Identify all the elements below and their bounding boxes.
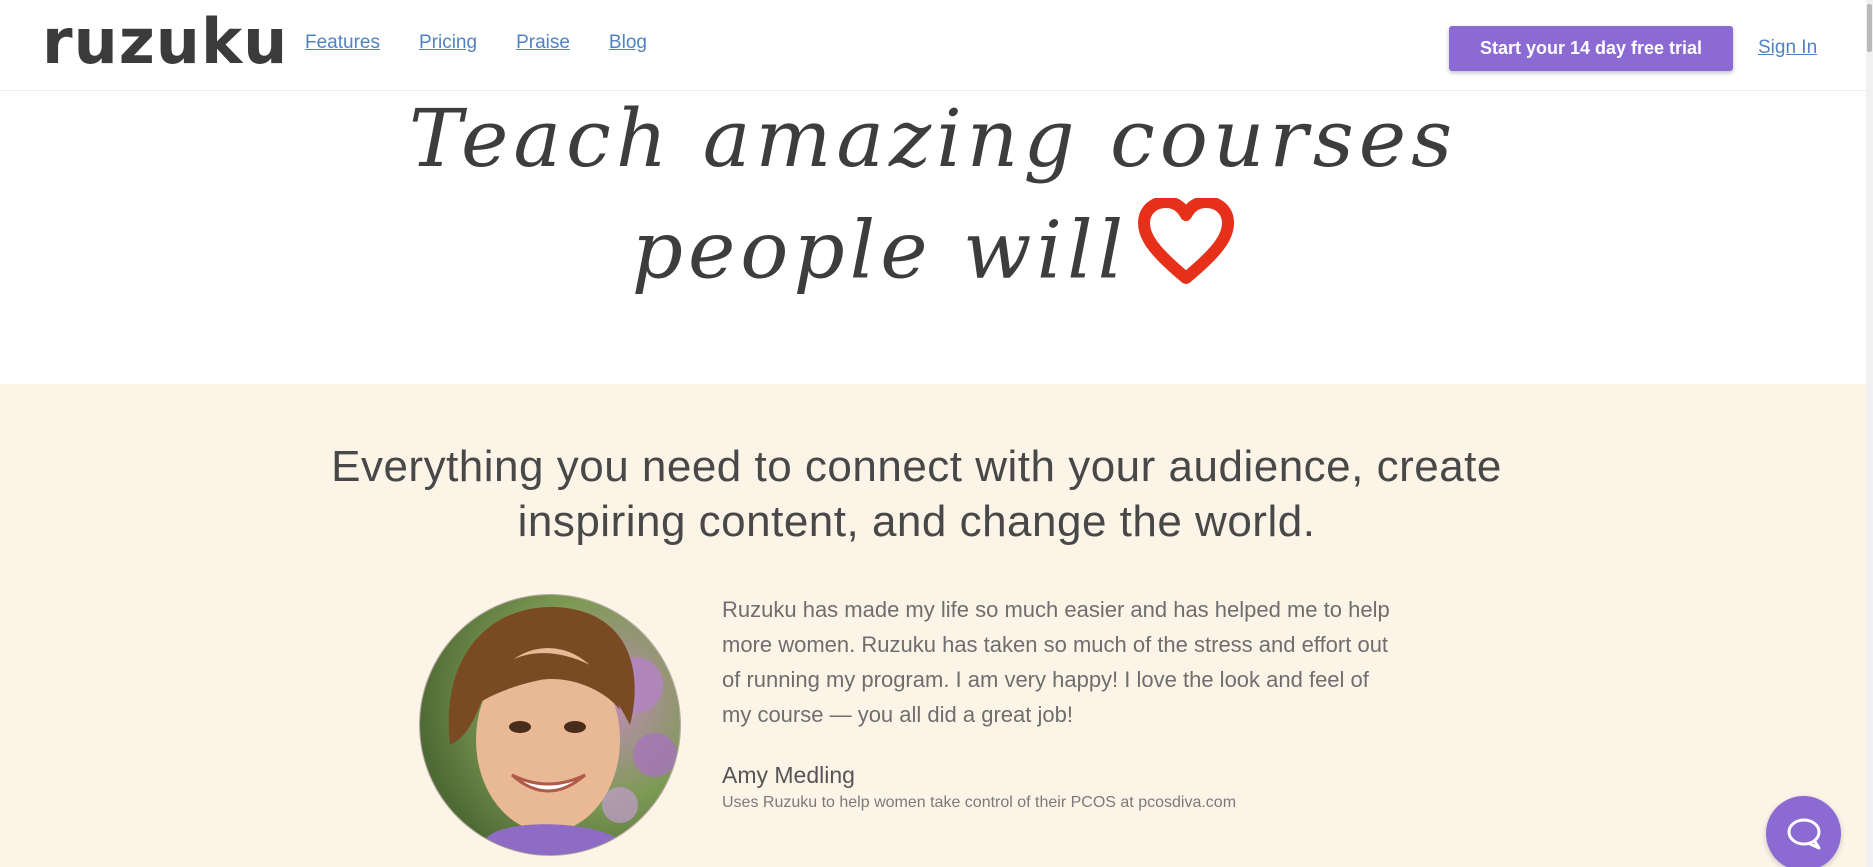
nav-features-link[interactable]: Features	[305, 32, 380, 54]
testimonial-author-description: Uses Ruzuku to help women take control o…	[722, 794, 1237, 811]
start-trial-button[interactable]: Start your 14 day free trial	[1449, 26, 1733, 71]
section-title-line1: Everything you need to connect with your…	[331, 442, 1502, 491]
quote-line: of running my program. I am very happy! …	[722, 667, 1369, 692]
hero-headline-line2-text: people will	[631, 203, 1129, 297]
quote-line: my course — you all did a great job!	[722, 702, 1073, 727]
chat-launcher-button[interactable]	[1766, 796, 1841, 867]
features-testimonial-section: Everything you need to connect with your…	[0, 384, 1866, 867]
site-header: ruzuku Features Pricing Praise Blog Star…	[0, 0, 1866, 91]
testimonial-quote: Ruzuku has made my life so much easier a…	[722, 592, 1422, 732]
hero-section: Teach amazing courses people will	[0, 91, 1866, 384]
section-title: Everything you need to connect with your…	[0, 439, 1833, 549]
section-title-line2: inspiring content, and change the world.	[517, 497, 1316, 546]
quote-line: Ruzuku has made my life so much easier a…	[722, 597, 1390, 622]
scrollbar-thumb[interactable]	[1867, 4, 1872, 52]
sign-in-link[interactable]: Sign In	[1758, 37, 1817, 59]
nav-blog-link[interactable]: Blog	[609, 32, 647, 54]
chat-bubble-icon	[1787, 818, 1821, 850]
quote-line: more women. Ruzuku has taken so much of …	[722, 632, 1389, 657]
testimonial-author: Amy Medling	[722, 762, 855, 788]
nav-pricing-link[interactable]: Pricing	[419, 32, 477, 54]
page-scrollbar[interactable]	[1866, 0, 1873, 867]
hero-headline-line2: people will	[0, 196, 1866, 311]
heart-icon	[1138, 196, 1235, 307]
hero-headline-line1: Teach amazing courses	[408, 92, 1458, 185]
nav-praise-link[interactable]: Praise	[516, 32, 570, 54]
main-nav: Features Pricing Praise Blog	[305, 32, 647, 54]
testimonial-avatar	[419, 594, 681, 856]
ruzuku-logo[interactable]: ruzuku	[42, 6, 288, 78]
